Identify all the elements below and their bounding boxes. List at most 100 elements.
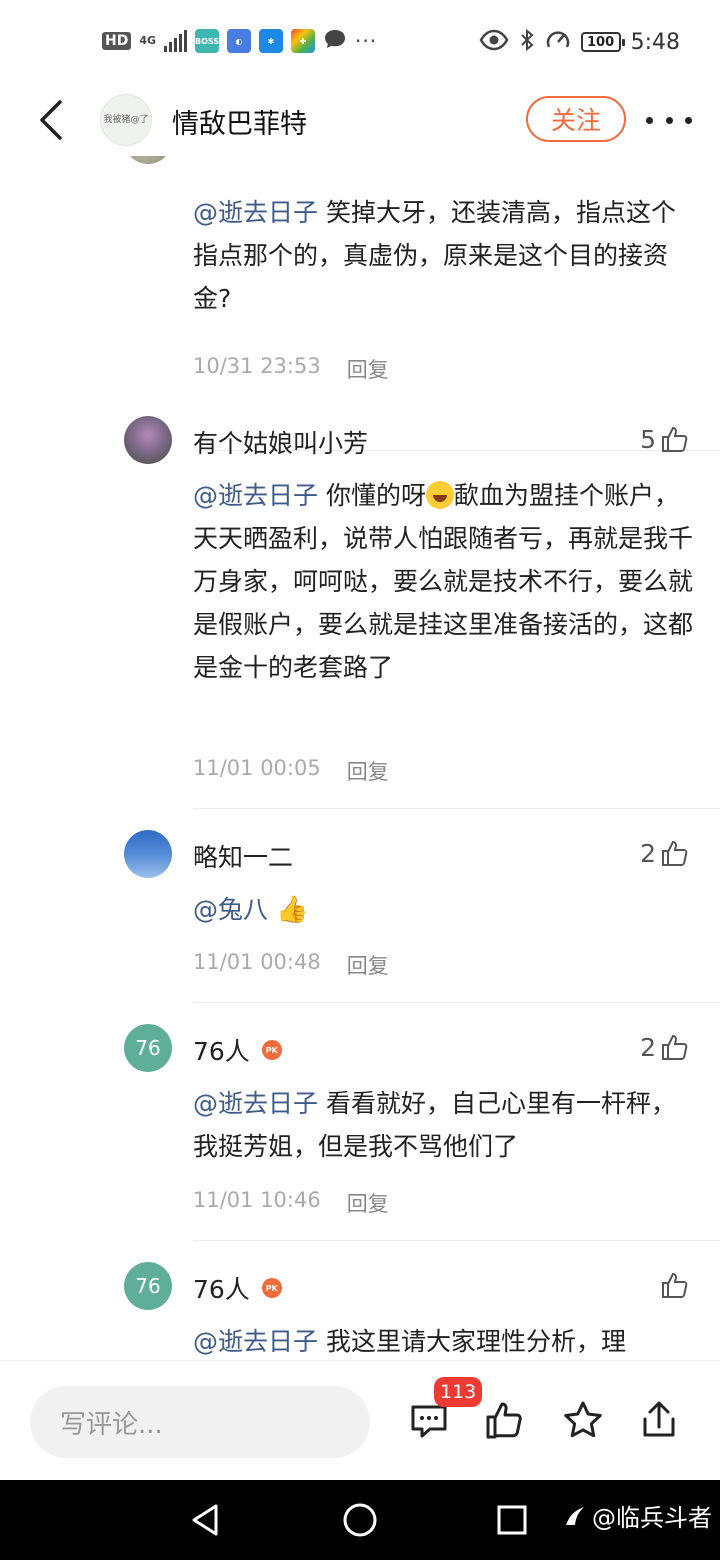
- task-app-icon: ✱: [259, 29, 284, 53]
- pk-badge-icon: PK: [261, 1040, 282, 1060]
- favorite-button[interactable]: [562, 1399, 604, 1441]
- share-button[interactable]: [638, 1399, 680, 1441]
- system-navigation-bar: @临兵斗者: [0, 1480, 720, 1560]
- boss-app-icon: BOSS: [195, 29, 219, 53]
- thumbs-up-icon: [486, 1402, 522, 1439]
- divider: [193, 808, 720, 809]
- commenter-avatar[interactable]: [124, 830, 172, 878]
- comment-count-badge: 113: [434, 1377, 483, 1407]
- commenter-name-text: 76人: [193, 1275, 250, 1304]
- mention-link[interactable]: @逝去日子: [193, 1089, 318, 1118]
- comment-meta: 11/01 00:48 回复: [193, 950, 389, 980]
- commenter-name-text: 有个姑娘叫小芳: [193, 429, 369, 458]
- commenter-avatar[interactable]: 76: [124, 1024, 172, 1072]
- chat-icon: [323, 28, 347, 54]
- commenter-name-text: 76人: [193, 1037, 250, 1066]
- comment-body-b: 歃血为盟挂个账户，天天晒盈利，说带人怕跟随者亏，再就是我千万身家，呵呵哒，要么就…: [193, 481, 694, 682]
- colorful-app-icon: ✚: [291, 29, 316, 53]
- platform-logo-icon: [566, 1506, 584, 1525]
- commenter-avatar[interactable]: 76: [124, 1262, 172, 1310]
- author-avatar[interactable]: 我被猪@了: [100, 94, 152, 146]
- comment-list[interactable]: @逝去日子 笑掉大牙，还装清高，指点这个指点那个的，真虚伪，原来是这个目的接资金…: [0, 156, 720, 1360]
- status-bar: HD 4G BOSS ◐ ✱ ✚ ··· 100 5:48: [0, 0, 720, 84]
- like-count: 5: [640, 424, 656, 454]
- thumbs-up-emoji-icon: 👍: [275, 895, 309, 925]
- recents-square-icon[interactable]: [496, 1504, 528, 1536]
- commenter-name[interactable]: 略知一二: [193, 838, 293, 874]
- chevron-left-icon: [40, 100, 62, 140]
- reply-button[interactable]: 回复: [347, 1188, 389, 1218]
- comment-text: @逝去日子 看看就好，自己心里有一杆秤，我挺芳姐，但是我不骂他们了: [193, 1082, 693, 1168]
- signal-icon: [164, 30, 188, 52]
- reply-button[interactable]: 回复: [347, 354, 389, 384]
- battery-icon: 100: [580, 32, 625, 52]
- thumbs-up-icon: [662, 1034, 688, 1060]
- home-circle-icon[interactable]: [342, 1502, 378, 1538]
- commenter-avatar[interactable]: [124, 416, 172, 464]
- dot-icon: [646, 116, 653, 124]
- laughing-emoji-icon: [425, 481, 454, 509]
- reply-button[interactable]: 回复: [347, 950, 389, 980]
- commenter-name-text: 略知一二: [193, 843, 294, 872]
- divider: [193, 1002, 720, 1003]
- mention-link[interactable]: @兔八: [193, 895, 268, 924]
- like-button[interactable]: 2: [640, 1032, 690, 1062]
- network-type: 4G: [139, 34, 157, 47]
- comment-text: @逝去日子 我这里请大家理性分析，理: [193, 1320, 693, 1360]
- comment-meta: 11/01 00:05 回复: [193, 756, 389, 786]
- browser-app-icon: ◐: [227, 29, 252, 53]
- watermark: @临兵斗者: [562, 1498, 712, 1533]
- clock: 5:48: [630, 29, 680, 55]
- back-triangle-icon[interactable]: [188, 1502, 224, 1538]
- bluetooth-icon: [519, 28, 535, 56]
- watermark-text: @临兵斗者: [592, 1504, 712, 1532]
- hd-indicator: HD: [102, 32, 132, 50]
- mention-link[interactable]: @逝去日子: [193, 481, 318, 510]
- commenter-name[interactable]: 有个姑娘叫小芳: [193, 424, 368, 460]
- header-bar: 我被猪@了 情敌巴菲特 关注: [0, 84, 720, 156]
- thumbs-up-icon: [662, 426, 688, 452]
- like-button[interactable]: [656, 1270, 690, 1300]
- pk-badge-icon: PK: [261, 1278, 282, 1298]
- mention-link[interactable]: @逝去日子: [193, 198, 318, 227]
- commenter-name[interactable]: 76人 PK: [193, 1270, 282, 1306]
- status-left: HD 4G BOSS ◐ ✱ ✚ ···: [102, 28, 377, 54]
- reply-button[interactable]: 回复: [347, 756, 389, 786]
- more-notifications-icon: ···: [355, 29, 378, 53]
- share-icon: [643, 1401, 675, 1437]
- like-count: 2: [640, 1032, 656, 1062]
- comment-time: 11/01 10:46: [193, 1188, 321, 1212]
- more-options-button[interactable]: [646, 108, 692, 132]
- comment-text: @兔八 👍: [193, 888, 693, 932]
- eye-icon: [479, 29, 509, 55]
- comment-body: 我这里请大家理性分析，理: [325, 1327, 626, 1356]
- speed-icon: [545, 28, 571, 56]
- back-button[interactable]: [30, 96, 74, 144]
- avatar-initials: 76: [135, 1036, 161, 1060]
- like-button[interactable]: 5: [640, 424, 690, 454]
- comment-body-a: 你懂的呀: [325, 481, 426, 510]
- thumbs-up-icon: [662, 840, 688, 866]
- dot-icon: [685, 116, 692, 124]
- commenter-avatar[interactable]: [124, 156, 172, 164]
- commenter-name[interactable]: 76人 PK: [193, 1032, 282, 1068]
- author-avatar-text: 我被猪@了: [103, 115, 149, 125]
- comment-time: 11/01 00:05: [193, 756, 321, 780]
- comment-meta: 11/01 10:46 回复: [193, 1188, 389, 1218]
- page-title[interactable]: 情敌巴菲特: [172, 102, 307, 141]
- like-post-button[interactable]: [484, 1399, 526, 1441]
- avatar-initials: 76: [135, 1274, 161, 1298]
- like-count: 2: [640, 838, 656, 868]
- star-icon: [564, 1401, 602, 1438]
- comment-text: @逝去日子 你懂的呀 歃血为盟挂个账户，天天晒盈利，说带人怕跟随者亏，再就是我千万…: [193, 474, 693, 689]
- comment-time: 11/01 00:48: [193, 950, 321, 974]
- dot-icon: [665, 116, 673, 124]
- like-button[interactable]: 2: [640, 838, 690, 868]
- follow-button[interactable]: 关注: [526, 96, 626, 142]
- status-right: 100 5:48: [479, 28, 680, 56]
- comment-input[interactable]: 写评论...: [30, 1386, 370, 1458]
- mention-link[interactable]: @逝去日子: [193, 1327, 318, 1356]
- comment-meta: 10/31 23:53 回复: [193, 354, 389, 384]
- thumbs-up-icon: [662, 1272, 688, 1298]
- divider: [193, 1240, 720, 1241]
